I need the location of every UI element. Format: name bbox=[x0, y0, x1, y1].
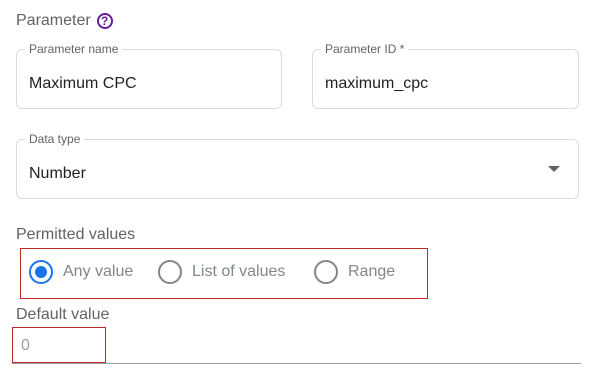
permitted-values-label: Permitted values bbox=[16, 226, 136, 243]
data-type-label: Data type bbox=[25, 132, 85, 146]
permitted-values-radio-group: Any value List of values Range bbox=[20, 248, 428, 299]
radio-unchecked-icon[interactable] bbox=[158, 260, 182, 284]
section-title-label: Parameter bbox=[16, 12, 91, 29]
parameter-id-label: Parameter ID * bbox=[321, 42, 409, 56]
section-title: Parameter ? bbox=[16, 12, 113, 30]
default-value-text[interactable]: 0 bbox=[21, 337, 30, 355]
radio-list-of-values-label: List of values bbox=[192, 263, 286, 280]
data-type-value: Number bbox=[29, 165, 86, 182]
default-value-label: Default value bbox=[16, 306, 110, 323]
radio-any-value-label: Any value bbox=[63, 263, 134, 280]
dropdown-arrow-icon[interactable] bbox=[548, 166, 560, 172]
radio-any-value[interactable]: Any value bbox=[29, 260, 133, 284]
parameter-id-field[interactable]: Parameter ID * maximum_cpc bbox=[312, 42, 579, 109]
default-value-input[interactable]: 0 bbox=[12, 327, 106, 363]
radio-checked-icon[interactable] bbox=[29, 260, 53, 284]
radio-range-label: Range bbox=[348, 263, 396, 280]
parameter-name-field[interactable]: Parameter name Maximum CPC bbox=[16, 42, 282, 109]
radio-range[interactable]: Range bbox=[314, 260, 395, 284]
data-type-select[interactable]: Data type Number bbox=[16, 132, 579, 199]
radio-unchecked-icon[interactable] bbox=[314, 260, 338, 284]
default-value-underline bbox=[12, 363, 581, 364]
parameter-name-value[interactable]: Maximum CPC bbox=[29, 75, 137, 93]
parameter-id-value[interactable]: maximum_cpc bbox=[325, 75, 428, 93]
parameter-name-label: Parameter name bbox=[25, 42, 123, 56]
radio-list-of-values[interactable]: List of values bbox=[158, 260, 285, 284]
help-icon[interactable]: ? bbox=[96, 13, 113, 29]
